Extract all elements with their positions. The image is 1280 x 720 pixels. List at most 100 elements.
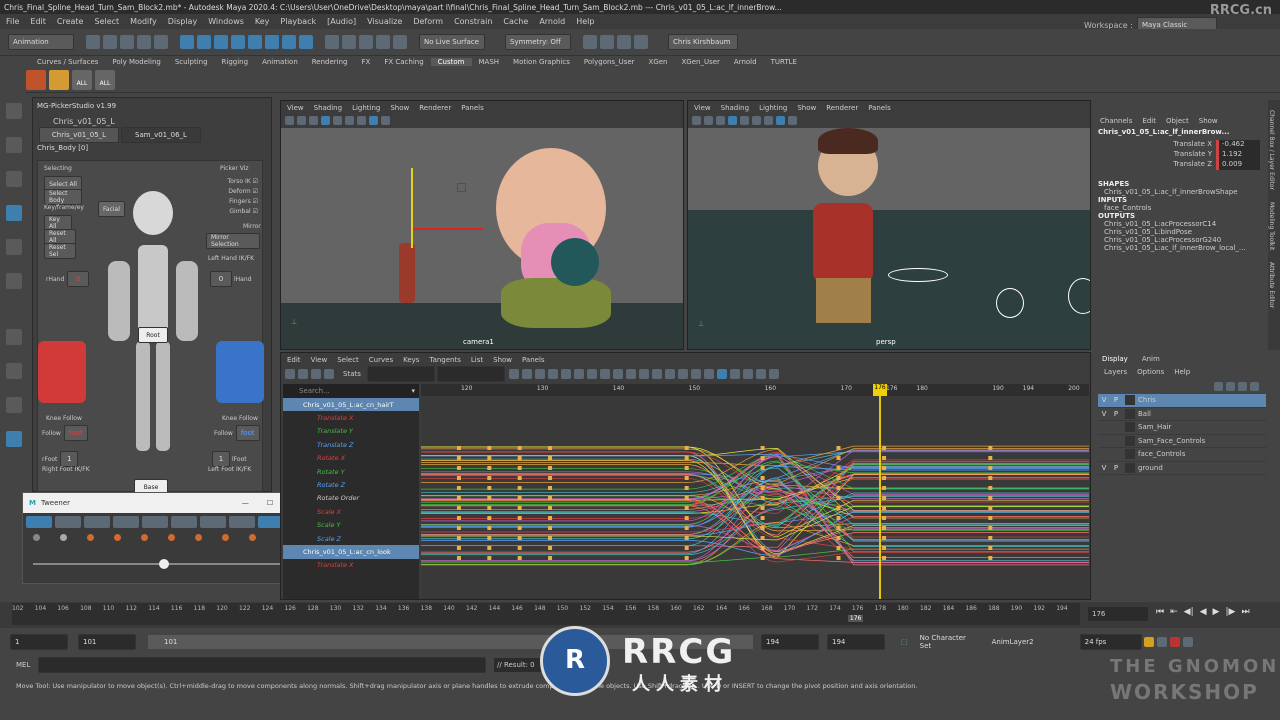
graph-menu-item[interactable]: Tangents [429, 356, 460, 364]
channel-menu-item[interactable]: Channels [1100, 117, 1132, 125]
key-marker[interactable] [548, 496, 553, 500]
step-forward-icon[interactable]: |▶ [1225, 607, 1235, 617]
key-marker[interactable] [517, 546, 522, 550]
menu-item-4[interactable]: Modify [130, 17, 157, 26]
key-marker[interactable] [456, 546, 461, 550]
key-icon[interactable]: ⬚ [901, 638, 908, 646]
shelf-tab-11[interactable]: Polygons_User [577, 58, 642, 66]
shelf-tab-1[interactable]: Poly Modeling [105, 58, 167, 66]
tween-slider-handle[interactable] [159, 559, 169, 569]
key-marker[interactable] [882, 506, 887, 510]
select-tool-icon[interactable] [6, 103, 22, 119]
record-icon[interactable] [1169, 637, 1180, 647]
viewport-menu-item[interactable]: Show [797, 104, 816, 112]
anim-start-field[interactable]: 1 [10, 634, 68, 650]
output-node[interactable]: Chris_v01_05_L:ac_lf_innerBrow_local_... [1094, 244, 1266, 252]
follow-right[interactable]: Follow foot [42, 425, 90, 441]
preset-2-icon[interactable] [87, 534, 94, 541]
outliner-item[interactable]: Scale Y [283, 519, 419, 532]
free-weight-icon[interactable] [677, 369, 688, 379]
key-marker[interactable] [882, 556, 887, 560]
key-marker[interactable] [684, 446, 689, 450]
picker-tab-sam[interactable]: Sam_v01_06_L [121, 127, 201, 143]
preset-0-icon[interactable] [33, 534, 40, 541]
tween-curve-icon[interactable] [55, 516, 81, 528]
stacked-icon[interactable] [729, 369, 740, 379]
key-marker[interactable] [684, 456, 689, 460]
viewport-menu-item[interactable]: View [287, 104, 304, 112]
timeline-current[interactable]: 176 [847, 615, 864, 622]
key-marker[interactable] [760, 556, 765, 560]
menu-item-10[interactable]: Visualize [367, 17, 402, 26]
viewport-menu-item[interactable]: Shading [314, 104, 342, 112]
dope-sheet-icon[interactable] [768, 369, 779, 379]
viewport-menu-item[interactable]: Panels [868, 104, 891, 112]
key-marker[interactable] [684, 536, 689, 540]
shelf-tab-14[interactable]: Arnold [727, 58, 764, 66]
isolate-icon[interactable] [369, 116, 378, 125]
key-marker[interactable] [988, 476, 993, 480]
history-icon[interactable] [342, 35, 356, 49]
key-marker[interactable] [684, 486, 689, 490]
right-foot-field[interactable]: rFoot 1 [42, 451, 80, 467]
break-tangent-icon[interactable] [651, 369, 662, 379]
save-scene-icon[interactable] [120, 35, 134, 49]
buffer-icon[interactable] [703, 369, 714, 379]
unify-tangent-icon[interactable] [664, 369, 675, 379]
smooth-shade-icon[interactable] [728, 116, 737, 125]
time-slider[interactable]: 102 104 106 108 110 112 114 116 118 120 122 124 126 1… [0, 602, 1280, 628]
key-all-icon[interactable]: ALL [72, 70, 92, 90]
outliner-search[interactable]: Search... ▾ [283, 384, 419, 398]
xray-icon[interactable] [381, 116, 390, 125]
left-hand-field[interactable]: 0 lHand [210, 271, 251, 287]
redo-icon[interactable] [154, 35, 168, 49]
time-slider-track[interactable]: 102 104 106 108 110 112 114 116 118 120 122 124 126 1… [12, 603, 1080, 625]
layer-menu-item[interactable]: Options [1137, 368, 1164, 376]
key-marker[interactable] [456, 476, 461, 480]
rig-picker-icon[interactable] [26, 70, 46, 90]
shelf-tab-13[interactable]: XGen_User [675, 58, 727, 66]
output-node[interactable]: Chris_v01_05_L:bindPose [1094, 228, 1266, 236]
menu-item-12[interactable]: Constrain [454, 17, 492, 26]
center-icon[interactable] [547, 369, 558, 379]
key-marker[interactable] [882, 486, 887, 490]
move-tool-icon[interactable] [6, 205, 22, 221]
rig-picker-icon-2[interactable] [49, 70, 69, 90]
rhand-value[interactable]: 0 [67, 271, 90, 287]
frame-all-icon[interactable] [508, 369, 519, 379]
viewport-menu-item[interactable]: Show [390, 104, 409, 112]
channel-menu-item[interactable]: Object [1166, 117, 1189, 125]
toggle-gimbal[interactable]: Gimbal ☑ [220, 207, 258, 217]
outliner-item[interactable]: Chris_v01_05_L:ac_cn_hairT [283, 398, 419, 412]
key-marker[interactable] [988, 526, 993, 530]
frame-playback-icon[interactable] [534, 369, 545, 379]
normalize-icon[interactable] [716, 369, 727, 379]
control-curve[interactable] [996, 288, 1024, 318]
key-marker[interactable] [760, 506, 765, 510]
outliner-item[interactable]: Scale X [283, 505, 419, 518]
channel-attr[interactable]: Translate Y 1.192 [1094, 150, 1266, 160]
channel-attr[interactable]: Translate X -0.462 [1094, 140, 1266, 150]
foot-control-curve[interactable] [888, 268, 948, 282]
move-manip-y[interactable] [411, 168, 413, 248]
attr-value[interactable]: 0.009 [1216, 160, 1260, 170]
region-icon[interactable] [324, 369, 334, 379]
shelf-tab-9[interactable]: MASH [472, 58, 507, 66]
key-marker[interactable] [456, 526, 461, 530]
grid-icon[interactable] [704, 116, 713, 125]
tween-key2-icon[interactable] [229, 516, 255, 528]
key-marker[interactable] [456, 466, 461, 470]
key-marker[interactable] [836, 516, 841, 520]
attr-value[interactable]: -0.462 [1216, 140, 1260, 150]
key-marker[interactable] [836, 466, 841, 470]
outliner-item[interactable]: Translate Z [283, 438, 419, 451]
wireframe-icon[interactable] [309, 116, 318, 125]
key-marker[interactable] [836, 456, 841, 460]
follow-value[interactable]: foot [63, 425, 88, 441]
tween-blend-icon[interactable] [113, 516, 139, 528]
move-key-icon[interactable] [285, 369, 295, 379]
menu-item-8[interactable]: Playback [280, 17, 316, 26]
rotate-tool-icon[interactable] [6, 239, 22, 255]
key-marker[interactable] [548, 516, 553, 520]
menu-item-3[interactable]: Select [94, 17, 119, 26]
